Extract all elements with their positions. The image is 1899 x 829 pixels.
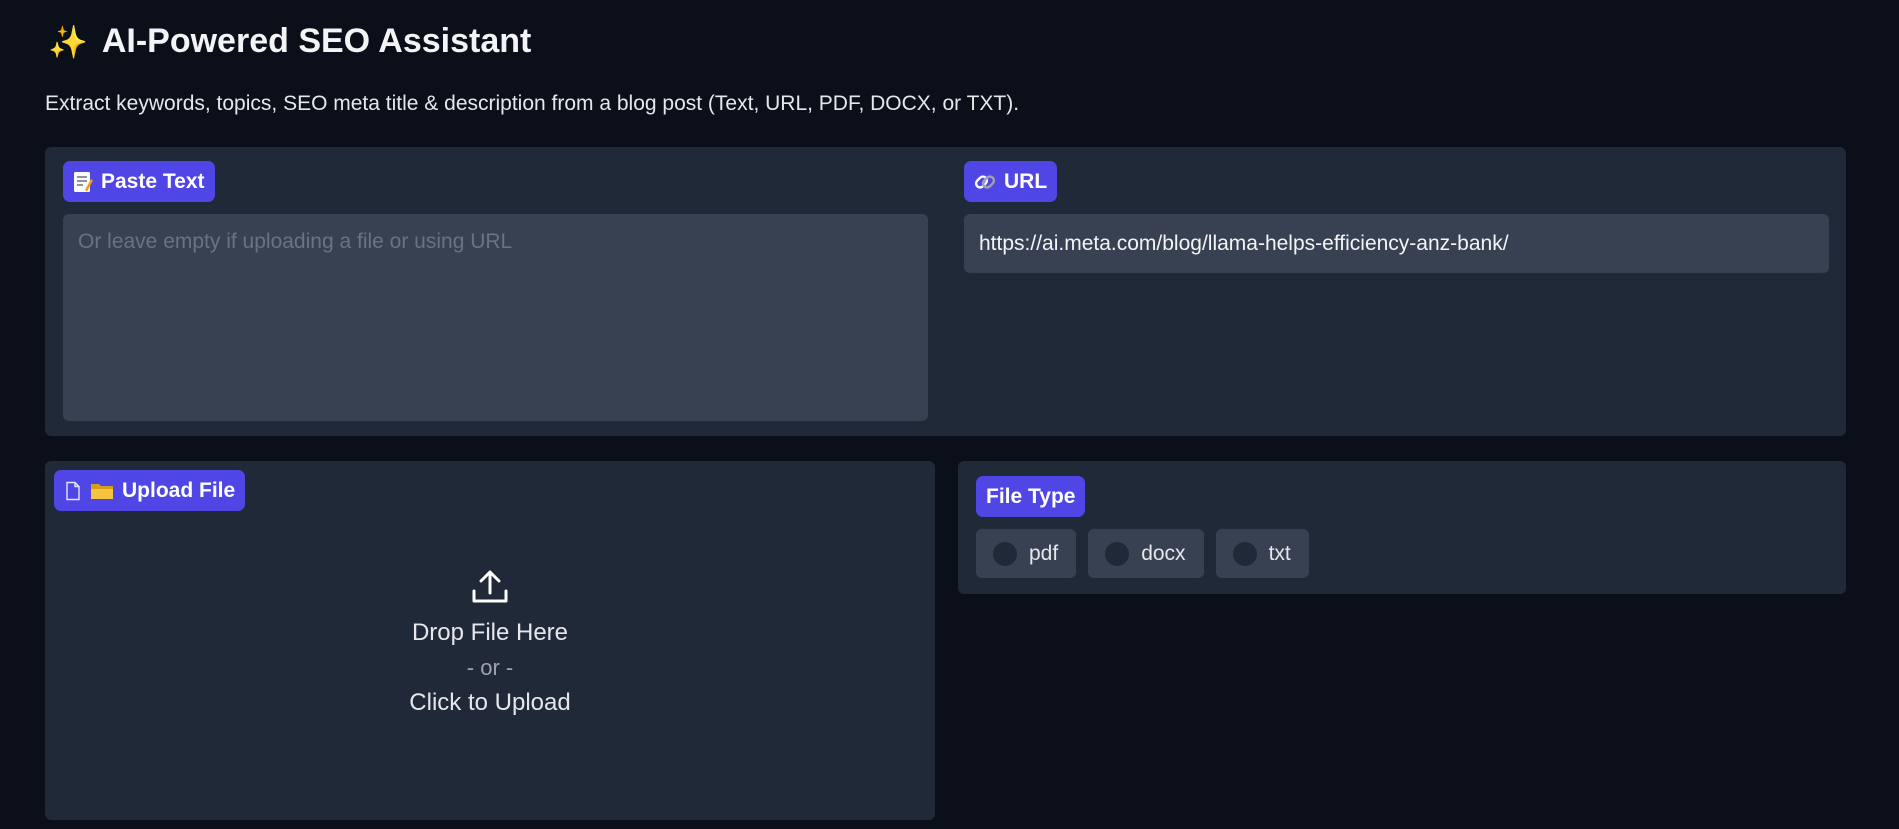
sparkles-icon: ✨	[48, 23, 88, 60]
file-icon	[64, 481, 82, 501]
url-label: URL	[964, 161, 1058, 202]
url-input[interactable]	[964, 214, 1829, 273]
paste-text-input[interactable]	[63, 214, 928, 421]
radio-label: docx	[1141, 541, 1186, 565]
paste-text-label: Paste Text	[63, 161, 215, 202]
page-description: Extract keywords, topics, SEO meta title…	[45, 92, 1020, 115]
folder-icon	[90, 481, 114, 501]
memo-icon	[73, 171, 93, 193]
url-label-text: URL	[1004, 169, 1048, 193]
app-page: ✨ AI-Powered SEO Assistant Extract keywo…	[0, 0, 1899, 829]
file-dropzone[interactable]: Drop File Here - or - Click to Upload	[45, 521, 935, 820]
file-type-radio-group: pdf docx txt	[976, 529, 1309, 578]
paste-text-label-text: Paste Text	[101, 169, 205, 193]
radio-option-pdf[interactable]: pdf	[976, 529, 1077, 578]
file-type-label-text: File Type	[986, 484, 1076, 508]
file-type-panel: File Type pdf docx txt	[958, 461, 1846, 594]
page-title-text: AI-Powered SEO Assistant	[101, 22, 532, 60]
upload-icon	[471, 569, 509, 605]
file-type-label: File Type	[976, 476, 1086, 517]
radio-button[interactable]	[1105, 541, 1130, 566]
radio-option-docx[interactable]: docx	[1088, 529, 1204, 578]
radio-label: pdf	[1029, 541, 1059, 565]
upload-file-label: Upload File	[54, 470, 246, 511]
page-title: ✨ AI-Powered SEO Assistant	[48, 22, 531, 61]
drop-file-text: Drop File Here	[411, 619, 569, 646]
or-separator: - or -	[466, 655, 514, 680]
link-icon	[974, 171, 996, 193]
radio-option-txt[interactable]: txt	[1215, 529, 1309, 578]
click-to-upload-text: Click to Upload	[409, 689, 571, 716]
upload-file-label-text: Upload File	[122, 478, 236, 502]
radio-button[interactable]	[993, 541, 1017, 566]
radio-label: txt	[1268, 541, 1291, 565]
input-panel: Paste Text URL	[45, 147, 1846, 436]
radio-button[interactable]	[1232, 541, 1257, 566]
upload-panel: Upload File Drop File Here - or - Click …	[45, 461, 935, 820]
